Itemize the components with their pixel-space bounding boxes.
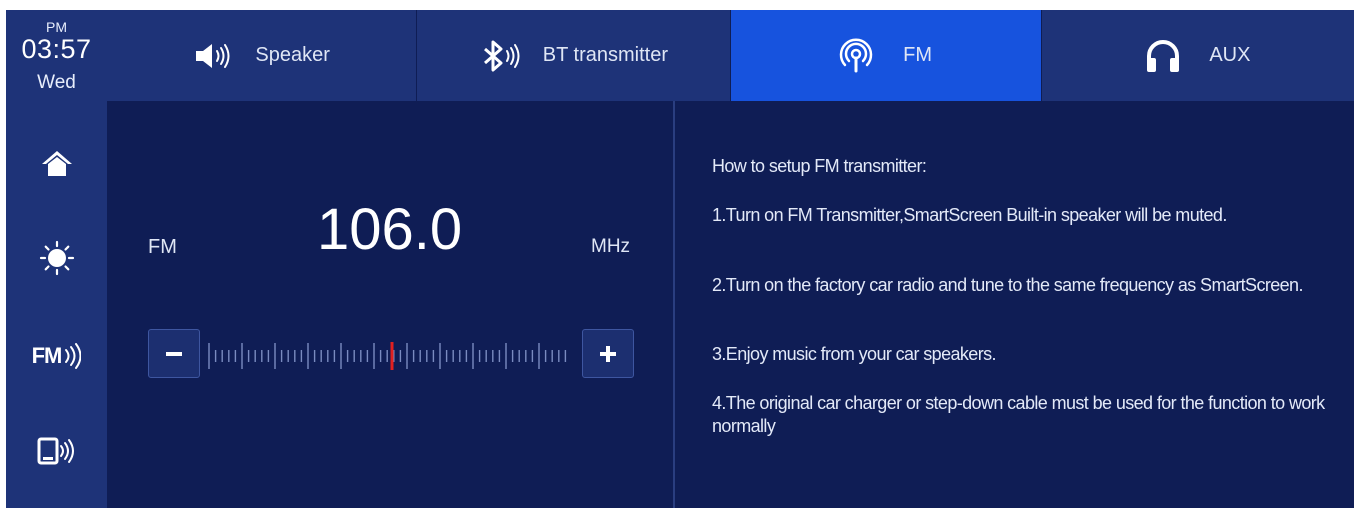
tab-speaker-label: Speaker bbox=[255, 44, 330, 66]
clock: PM 03:57 Wed bbox=[6, 10, 107, 102]
headphones-icon bbox=[1145, 39, 1181, 73]
instruction-step: 2.Turn on the factory car radio and tune… bbox=[712, 275, 1303, 295]
sidebar-item-brightness[interactable] bbox=[6, 228, 107, 288]
tab-aux-label: AUX bbox=[1209, 44, 1251, 66]
instruction-step: 1.Turn on FM Transmitter,SmartScreen Bui… bbox=[712, 205, 1227, 225]
speaker-icon bbox=[193, 41, 233, 71]
frequency-display: 106.0 bbox=[317, 197, 463, 262]
sidebar-item-home[interactable] bbox=[6, 133, 107, 193]
antenna-icon bbox=[839, 38, 873, 74]
band-label: FM bbox=[148, 236, 177, 258]
frequency-up-button[interactable] bbox=[582, 329, 634, 378]
output-tabs: Speaker BT transmitter FM AUX bbox=[107, 10, 1354, 101]
home-icon bbox=[41, 151, 72, 176]
frequency-unit: MHz bbox=[591, 236, 631, 257]
frequency-scale[interactable] bbox=[207, 341, 569, 371]
instruction-step: 3.Enjoy music from your car speakers. bbox=[712, 344, 997, 364]
tab-speaker[interactable]: Speaker bbox=[107, 10, 418, 101]
tab-fm[interactable]: FM bbox=[730, 10, 1042, 101]
tuner-panel: FM 106.0 MHz bbox=[107, 101, 673, 508]
instruction-step: 4.The original car charger or step-down … bbox=[712, 393, 1325, 436]
fm-settings-screen: PM 03:57 Wed FM Speaker BT transmitter F… bbox=[6, 10, 1354, 508]
instructions-title: How to setup FM transmitter: bbox=[712, 156, 927, 176]
clock-ampm: PM bbox=[46, 19, 67, 35]
clock-day: Wed bbox=[37, 72, 76, 93]
tab-fm-label: FM bbox=[903, 44, 933, 66]
sidebar-fm-label: FM bbox=[31, 343, 63, 368]
brightness-icon bbox=[39, 240, 74, 276]
panel-divider bbox=[673, 101, 675, 508]
tab-bt-transmitter[interactable]: BT transmitter bbox=[417, 10, 731, 101]
sidebar-item-phone-cast[interactable] bbox=[6, 421, 107, 481]
sidebar-item-fm-transmitter[interactable]: FM bbox=[6, 326, 107, 386]
frequency-down-button[interactable] bbox=[148, 329, 200, 378]
minus-icon bbox=[166, 351, 182, 356]
fm-transmitter-icon bbox=[65, 343, 82, 369]
clock-time: 03:57 bbox=[21, 34, 92, 64]
plus-icon bbox=[600, 345, 616, 362]
sidebar: PM 03:57 Wed FM bbox=[6, 10, 107, 508]
bluetooth-icon bbox=[479, 40, 525, 72]
tab-aux[interactable]: AUX bbox=[1041, 10, 1354, 101]
tab-bt-transmitter-label: BT transmitter bbox=[542, 44, 668, 66]
phone-cast-icon bbox=[37, 437, 74, 465]
